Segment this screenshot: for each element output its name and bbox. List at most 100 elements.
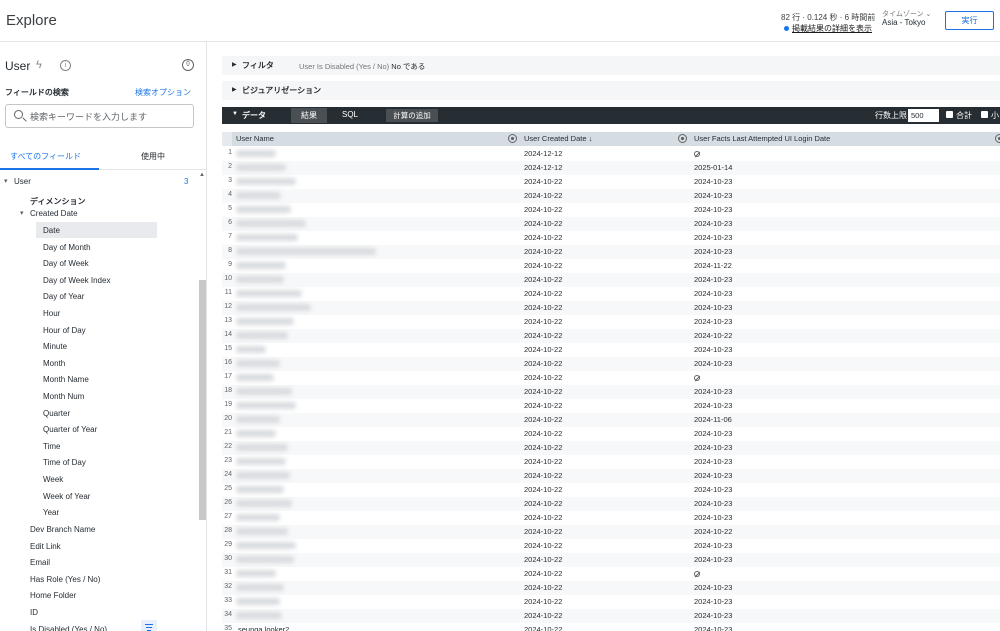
cell-created-date[interactable]: 2024-10-22 [524,373,562,382]
cell-created-date[interactable]: 2024-12-12 [524,149,562,158]
cell-last-login-date[interactable] [694,149,700,158]
cell-created-date[interactable]: 2024-10-22 [524,555,562,564]
cell-user-name[interactable] [236,218,386,229]
cell-user-name[interactable] [236,386,386,397]
cell-user-name[interactable] [236,260,386,271]
column-header-last-login[interactable]: User Facts Last Attempted UI Login Date [690,132,1000,146]
cell-last-login-date[interactable]: 2024-10-23 [694,485,732,494]
cell-user-name[interactable]: seunga.looker2 [236,624,386,631]
totals-checkbox[interactable] [946,111,953,118]
cell-user-name[interactable] [236,372,386,383]
cell-created-date[interactable]: 2024-10-22 [524,261,562,270]
cell-created-date[interactable]: 2024-10-22 [524,331,562,340]
cell-last-login-date[interactable]: 2024-10-23 [694,205,732,214]
cell-user-name[interactable] [236,274,386,285]
cell-last-login-date[interactable]: 2024-10-23 [694,317,732,326]
dimension-home-folder[interactable]: Home Folder [30,591,76,600]
cell-last-login-date[interactable]: 2024-10-23 [694,443,732,452]
cell-created-date[interactable]: 2024-10-22 [524,457,562,466]
cell-user-name[interactable] [236,540,386,551]
dimension-edit-link[interactable]: Edit Link [30,542,61,551]
timeframe-quarter[interactable]: Quarter [43,409,70,418]
cell-user-name[interactable] [236,204,386,215]
info-icon[interactable]: i [60,60,71,71]
cell-last-login-date[interactable]: 2024-10-23 [694,303,732,312]
cell-created-date[interactable]: 2024-10-22 [524,583,562,592]
cell-last-login-date[interactable] [694,569,700,578]
cell-user-name[interactable] [236,288,386,299]
cell-user-name[interactable] [236,442,386,453]
cell-user-name[interactable] [236,568,386,579]
timeframe-month-name[interactable]: Month Name [43,375,89,384]
timeframe-day-of-year[interactable]: Day of Year [43,292,84,301]
timeframe-hour[interactable]: Hour [43,309,60,318]
cell-created-date[interactable]: 2024-10-22 [524,527,562,536]
history-icon[interactable]: ⌚︎ [182,59,194,71]
cell-user-name[interactable] [236,176,386,187]
cell-user-name[interactable] [236,232,386,243]
cell-last-login-date[interactable]: 2024-10-23 [694,429,732,438]
cell-last-login-date[interactable] [694,373,700,382]
cell-last-login-date[interactable]: 2024-11-06 [694,415,732,424]
timeframe-week[interactable]: Week [43,475,63,484]
cell-user-name[interactable] [236,246,386,257]
gear-icon[interactable] [995,134,1000,143]
cell-user-name[interactable] [236,582,386,593]
cell-last-login-date[interactable]: 2024-10-23 [694,513,732,522]
cell-user-name[interactable] [236,526,386,537]
timeframe-month[interactable]: Month [43,359,65,368]
cell-last-login-date[interactable]: 2025-01-14 [694,163,732,172]
cell-user-name[interactable] [236,162,386,173]
cell-user-name[interactable] [236,358,386,369]
cell-last-login-date[interactable]: 2024-10-23 [694,247,732,256]
cell-last-login-date[interactable]: 2024-10-23 [694,387,732,396]
cell-user-name[interactable] [236,596,386,607]
cell-created-date[interactable]: 2024-10-22 [524,219,562,228]
field-search-input[interactable] [30,109,190,124]
timeframe-month-num[interactable]: Month Num [43,392,84,401]
add-calculation-button[interactable]: 計算の追加 [386,109,438,122]
cell-last-login-date[interactable]: 2024-10-23 [694,457,732,466]
cell-last-login-date[interactable]: 2024-10-23 [694,191,732,200]
timezone-value[interactable]: Asia - Tokyo [882,18,925,27]
cell-created-date[interactable]: 2024-10-22 [524,191,562,200]
cell-created-date[interactable]: 2024-10-22 [524,513,562,522]
dimension-dev-branch-name[interactable]: Dev Branch Name [30,525,95,534]
timeframe-week-of-year[interactable]: Week of Year [43,492,90,501]
row-limit-input[interactable] [908,109,939,122]
dimension-has-role-yes-no[interactable]: Has Role (Yes / No) [30,575,100,584]
cell-user-name[interactable] [236,414,386,425]
cell-created-date[interactable]: 2024-10-22 [524,429,562,438]
cell-user-name[interactable] [236,344,386,355]
gear-icon[interactable] [678,134,687,143]
cell-created-date[interactable]: 2024-10-22 [524,247,562,256]
cell-created-date[interactable]: 2024-12-12 [524,163,562,172]
collapse-caret-icon[interactable]: ▼ [232,111,238,117]
cell-user-name[interactable] [236,484,386,495]
visualization-panel-bar[interactable]: ▶ ビジュアリゼーション [222,81,1000,100]
cell-last-login-date[interactable]: 2024-10-23 [694,597,732,606]
search-options-link[interactable]: 検索オプション [135,87,191,98]
dimension-group-created-date[interactable]: Created Date [20,209,78,218]
cell-last-login-date[interactable]: 2024-10-22 [694,331,732,340]
cell-last-login-date[interactable]: 2024-10-23 [694,401,732,410]
timeframe-quarter-of-year[interactable]: Quarter of Year [43,425,97,434]
cell-last-login-date[interactable]: 2024-10-23 [694,583,732,592]
cell-last-login-date[interactable]: 2024-10-22 [694,527,732,536]
cell-user-name[interactable] [236,316,386,327]
dimension-email[interactable]: Email [30,558,50,567]
cell-last-login-date[interactable]: 2024-10-23 [694,177,732,186]
cell-last-login-date[interactable]: 2024-10-23 [694,611,732,620]
cell-last-login-date[interactable]: 2024-10-23 [694,471,732,480]
cell-user-name[interactable] [236,498,386,509]
results-details-link[interactable]: 掲載結果の詳細を表示 [784,23,872,34]
cell-created-date[interactable]: 2024-10-22 [524,289,562,298]
cell-created-date[interactable]: 2024-10-22 [524,177,562,186]
cell-user-name[interactable] [236,190,386,201]
cell-created-date[interactable]: 2024-10-22 [524,569,562,578]
cell-created-date[interactable]: 2024-10-22 [524,387,562,396]
cell-created-date[interactable]: 2024-10-22 [524,485,562,494]
timeframe-minute[interactable]: Minute [43,342,67,351]
view-user[interactable]: User [4,177,31,186]
cell-created-date[interactable]: 2024-10-22 [524,303,562,312]
